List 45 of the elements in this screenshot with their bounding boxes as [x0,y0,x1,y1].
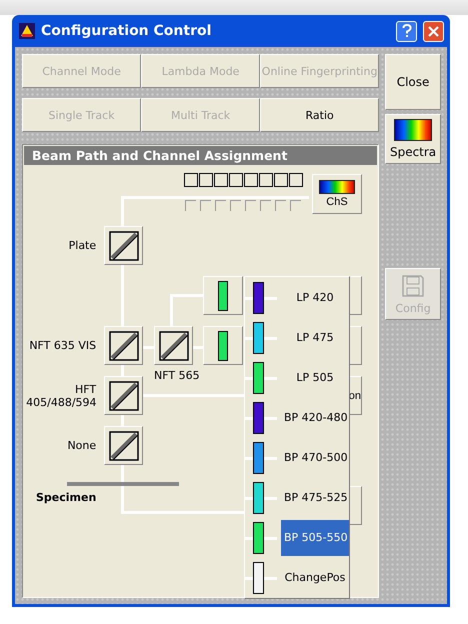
filter-option[interactable]: BP 470-500 [281,440,349,476]
mirror-button[interactable] [104,226,143,265]
mirror-button[interactable] [104,326,143,365]
mirror-label: Plate [68,239,96,252]
app-icon [19,23,35,39]
filter-option[interactable]: LP 475 [281,320,349,356]
panel-header: Beam Path and Channel Assignment [24,146,378,165]
channel-indicator [275,200,286,211]
filter-option[interactable]: LP 420 [281,280,349,316]
filter-option[interactable]: ChangePos [281,560,349,596]
spectra-button[interactable]: Spectra [385,114,441,164]
close-icon [428,26,439,36]
mirror-icon [108,380,138,410]
filter-option[interactable]: BP 475-525 [281,480,349,516]
channel-indicator [230,200,241,211]
mirror-icon [108,330,138,360]
spectrum-icon [394,119,432,141]
close-button[interactable] [423,20,444,42]
mirror-button[interactable] [104,376,143,415]
mirror-icon [158,330,188,360]
mirror-button[interactable] [154,326,193,365]
window-title: Configuration Control [41,23,212,39]
channel-indicator [290,200,301,211]
mirror-label: None [67,439,96,452]
spectrum-icon [319,180,355,194]
filter-option[interactable]: BP 505-550 [281,520,349,556]
filter-button[interactable] [203,326,243,365]
mirror-icon [108,430,138,460]
specimen-label: Specimen [36,491,96,504]
channel-indicator [185,200,196,211]
channel-indicator [245,200,256,211]
close-dialog-button[interactable]: Close [385,54,441,110]
mirror-icon [108,230,138,260]
mirror-label: NFT 565 [154,369,200,382]
help-button[interactable] [396,20,417,42]
mirror-label: NFT 635 VIS [29,339,96,352]
filter-button[interactable] [203,276,243,315]
track-button[interactable]: Ratio [260,98,380,132]
question-mark-icon [402,24,412,38]
channel-indicator [260,200,271,211]
mirror-button[interactable] [104,426,143,465]
channel-indicator [215,200,226,211]
channel-indicator [200,200,211,211]
chs-button[interactable]: ChS [312,174,362,214]
mirror-label: HFT 405/488/594 [26,383,96,409]
